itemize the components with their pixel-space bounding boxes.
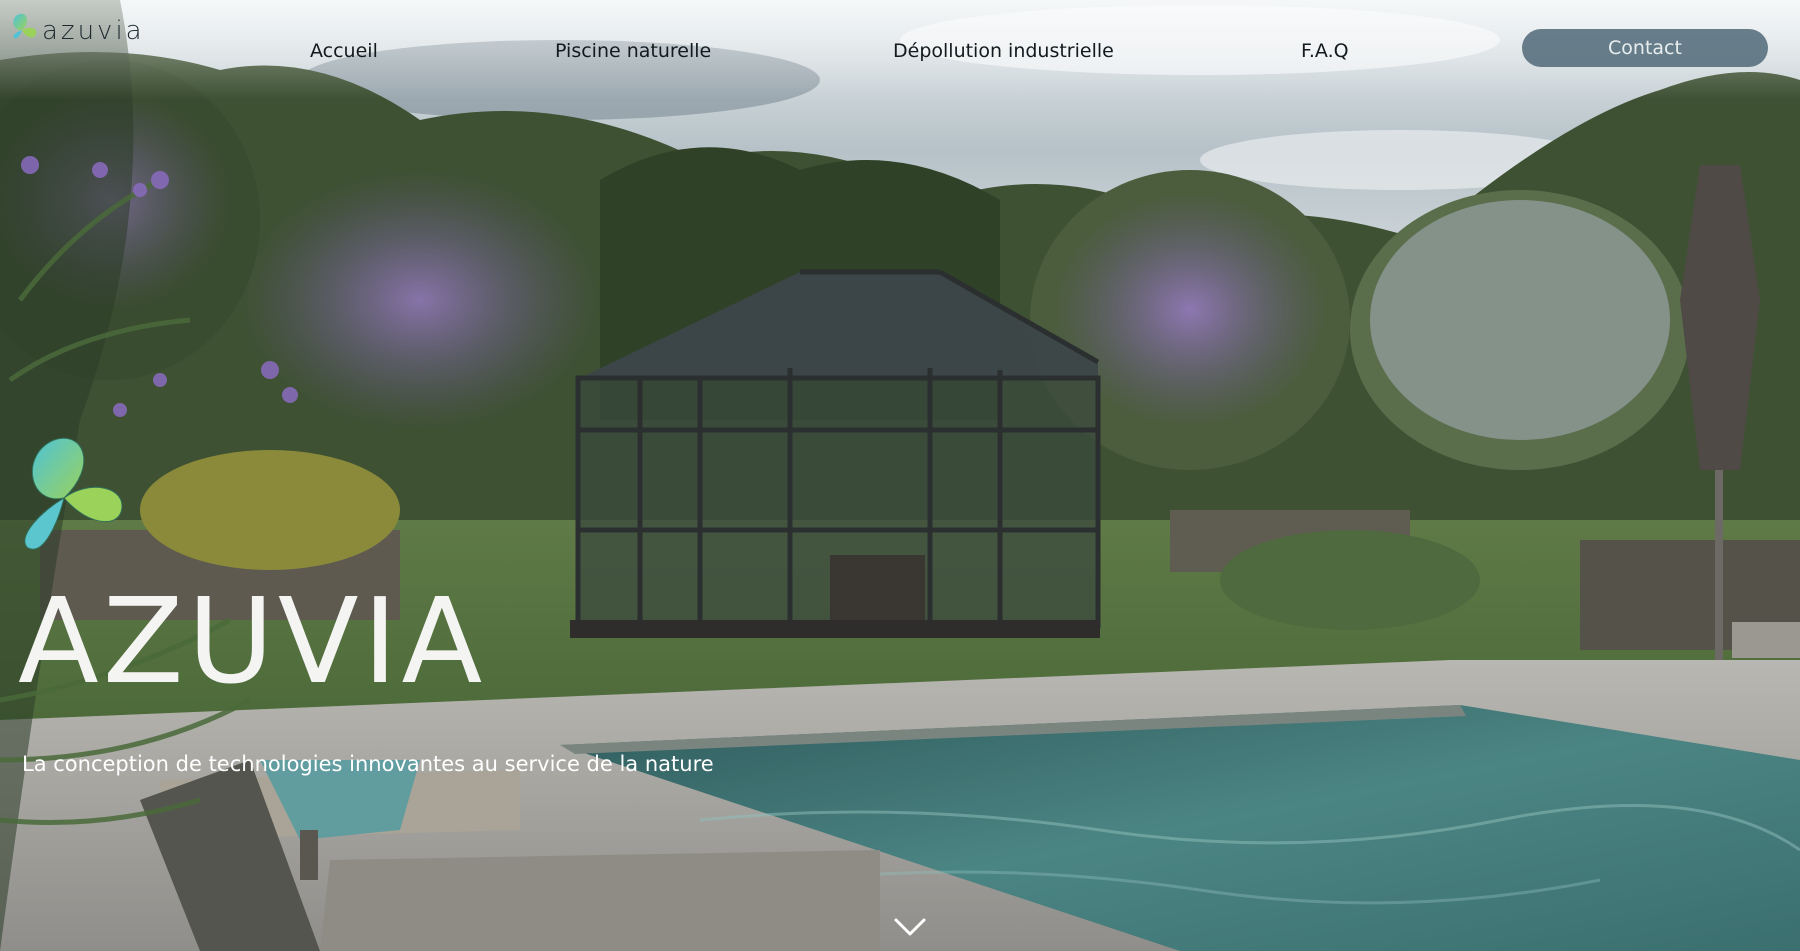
nav-item-depollution-industrielle[interactable]: Dépollution industrielle [893, 40, 1114, 62]
nav-item-piscine-naturelle[interactable]: Piscine naturelle [555, 40, 711, 62]
hero-subtitle: La conception de technologies innovantes… [22, 752, 714, 776]
top-navbar: azuvia Accueil Piscine naturelle Dépollu… [0, 0, 1800, 100]
butterfly-logo-icon [13, 13, 37, 39]
hero-title: AZUVIA [18, 572, 487, 710]
logo-text: azuvia [42, 16, 145, 46]
logo-link[interactable]: azuvia [10, 12, 145, 44]
contact-button[interactable]: Contact [1522, 29, 1768, 67]
butterfly-logo-icon [24, 437, 123, 550]
chevron-down-icon[interactable] [893, 916, 927, 938]
nav-item-accueil[interactable]: Accueil [310, 40, 378, 62]
nav-item-faq[interactable]: F.A.Q [1301, 40, 1349, 62]
hero-background-image [0, 0, 1800, 951]
garden-scene [0, 0, 1800, 951]
